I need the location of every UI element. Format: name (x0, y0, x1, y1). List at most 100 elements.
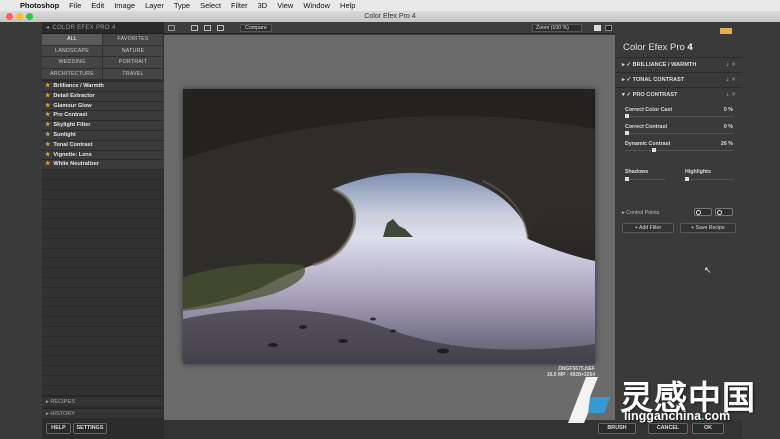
window-controls (6, 13, 33, 20)
hide-browser-icon[interactable] (168, 25, 175, 31)
category-favorites[interactable]: FAVORITES (103, 34, 164, 46)
empty-row (42, 268, 164, 278)
filter-options-icon[interactable]: ⇣ ✕ (725, 58, 736, 72)
split-view-icon[interactable] (204, 25, 211, 31)
single-view-icon[interactable] (191, 25, 198, 31)
filter-item[interactable]: ★ Sunlight (42, 130, 164, 141)
star-icon[interactable]: ★ (45, 161, 50, 167)
add-filter-button[interactable]: + Add Filter (622, 223, 674, 233)
slider-label: Correct Color Cast (625, 107, 673, 113)
side-by-side-icon[interactable] (217, 25, 224, 31)
star-icon[interactable]: ★ (45, 122, 50, 128)
empty-row (42, 366, 164, 376)
shadows-slider-handle[interactable] (625, 177, 629, 181)
highlights-slider-handle[interactable] (685, 177, 689, 181)
star-icon[interactable]: ★ (45, 132, 50, 138)
window-title: Color Efex Pro 4 (364, 13, 416, 20)
add-positive-control-point-button[interactable] (694, 208, 712, 216)
filter-item[interactable]: ★ Pro Contrast (42, 111, 164, 122)
menu-type[interactable]: Type (174, 1, 190, 10)
correct-contrast-slider[interactable]: Correct Contrast 0 % (625, 124, 733, 135)
empty-row (42, 189, 164, 200)
stack-filter-tonal-contrast[interactable]: ▸ ✓ TONAL CONTRAST ⇣ ✕ (616, 72, 742, 86)
menu-edit[interactable]: Edit (91, 1, 104, 10)
correct-color-cast-slider[interactable]: Correct Color Cast 0 % (625, 107, 733, 118)
filter-item[interactable]: ★ White Neutralizer (42, 160, 164, 171)
cave-beach-photo (183, 89, 595, 364)
save-recipe-label: Save Recipe (695, 225, 725, 231)
background-white-icon[interactable] (594, 25, 601, 31)
stack-filter-pro-contrast[interactable]: ▾ ✓ PRO CONTRAST ⇣ ✕ (616, 87, 742, 101)
menu-app[interactable]: Photoshop (20, 1, 59, 10)
menu-filter[interactable]: Filter (231, 1, 248, 10)
star-icon[interactable]: ★ (45, 112, 50, 118)
star-icon[interactable]: ★ (45, 152, 50, 158)
shadows-slider-track[interactable] (625, 179, 665, 180)
recipes-section[interactable]: ▸ RECIPES (42, 396, 164, 406)
filter-item[interactable]: ★ Glamour Glow (42, 101, 164, 112)
slider-track[interactable] (625, 133, 733, 134)
category-portrait[interactable]: PORTRAIT (103, 57, 164, 69)
menu-select[interactable]: Select (200, 1, 221, 10)
menu-3d[interactable]: 3D (258, 1, 268, 10)
menu-window[interactable]: Window (303, 1, 330, 10)
zoom-window-button[interactable] (26, 13, 33, 20)
menu-view[interactable]: View (277, 1, 293, 10)
category-nature[interactable]: NATURE (103, 45, 164, 57)
filter-options-icon[interactable]: ⇣ ✕ (725, 73, 736, 87)
star-icon[interactable]: ★ (45, 83, 50, 89)
highlights-slider-track[interactable] (685, 179, 733, 180)
filter-item[interactable]: ★ Tonal Contrast (42, 140, 164, 151)
watermark: 灵感中国 lingganchina.com (560, 369, 770, 429)
slider-value: 0 % (723, 124, 733, 130)
star-icon[interactable]: ★ (45, 142, 50, 148)
filter-item[interactable]: ★ Skylight Filter (42, 121, 164, 131)
empty-row (42, 219, 164, 229)
category-travel[interactable]: TRAVEL (103, 68, 164, 80)
category-wedding[interactable]: WEDDING (42, 57, 103, 69)
slider-handle[interactable] (625, 114, 629, 118)
zoom-select[interactable]: Zoom (100 %) (532, 24, 582, 32)
slider-track[interactable] (625, 150, 733, 151)
mouse-cursor-icon: ↖ (704, 265, 712, 275)
slider-track[interactable] (625, 116, 733, 117)
slider-handle[interactable] (625, 131, 629, 135)
menu-file[interactable]: File (69, 1, 81, 10)
dynamic-contrast-slider[interactable]: Dynamic Contrast 26 % (625, 141, 733, 152)
filter-item[interactable]: ★ Detail Extractor (42, 91, 164, 102)
save-recipe-button[interactable]: + Save Recipe (680, 223, 736, 233)
watermark-url: lingganchina.com (624, 409, 730, 423)
compare-button[interactable]: Compare (240, 24, 272, 32)
help-button[interactable]: HELP (46, 423, 71, 434)
menu-layer[interactable]: Layer (145, 1, 164, 10)
background-black-icon[interactable] (605, 25, 612, 31)
menu-image[interactable]: Image (114, 1, 135, 10)
star-icon[interactable]: ★ (45, 103, 50, 109)
slider-label: Correct Contrast (625, 124, 668, 130)
filter-options-icon[interactable]: ⇣ ✕ (725, 88, 736, 102)
close-window-button[interactable] (6, 13, 13, 20)
stack-filter-brilliance[interactable]: ▸ ✓ BRILLIANCE / WARMTH ⇣ ✕ (616, 57, 742, 71)
empty-row (42, 356, 164, 367)
add-negative-control-point-button[interactable] (715, 208, 733, 216)
collapse-arrow-icon[interactable]: ◂ (46, 25, 49, 31)
filter-item-label: White Neutralizer (53, 161, 100, 168)
preview-toolbar: Compare Zoom (100 %) (164, 22, 615, 34)
filter-item[interactable]: ★ Vignette: Lens (42, 150, 164, 161)
menu-help[interactable]: Help (340, 1, 355, 10)
filter-item[interactable]: ★ Brilliance / Warmth (42, 82, 164, 92)
history-section[interactable]: ▸ HISTORY (42, 408, 164, 418)
control-points-row[interactable]: ▸ Control Points (622, 210, 659, 216)
category-architecture[interactable]: ARCHITECTURE (42, 68, 103, 80)
slider-handle[interactable] (652, 148, 657, 152)
star-icon[interactable]: ★ (45, 93, 50, 99)
preview-canvas[interactable]: DNGF5675.NEF 16.0 MP · 4928×3264 (164, 35, 615, 420)
category-landscape[interactable]: LANDSCAPE (42, 45, 103, 57)
category-all[interactable]: ALL (42, 34, 103, 46)
recipes-label: RECIPES (50, 399, 75, 405)
preview-image (183, 89, 595, 364)
minimize-window-button[interactable] (16, 13, 23, 20)
settings-button[interactable]: SETTINGS (73, 423, 107, 434)
empty-row (42, 179, 164, 190)
filter-item-label: Skylight Filter (53, 122, 91, 129)
